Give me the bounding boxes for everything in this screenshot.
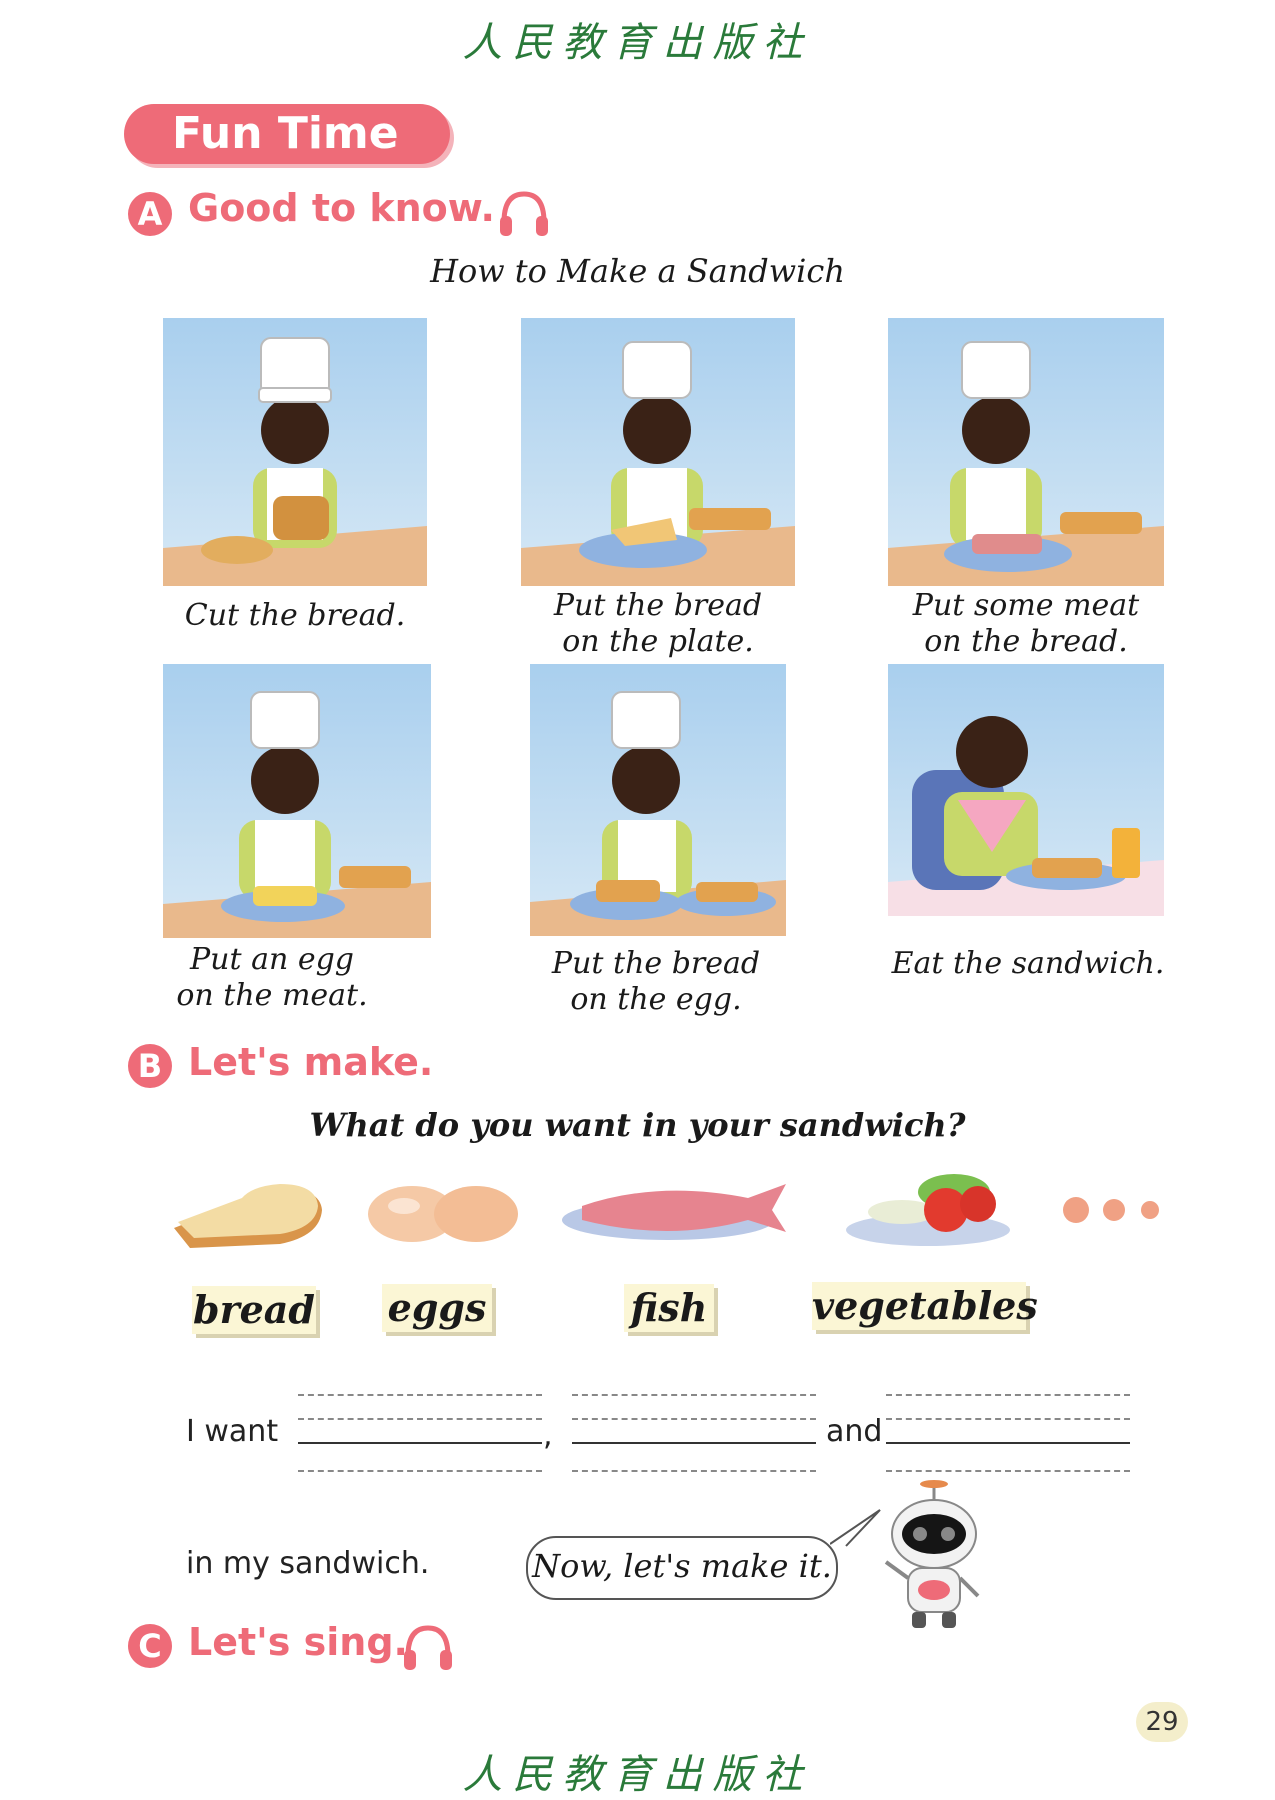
more-items-icon [1062,1196,1166,1224]
step-4-caption: Put an egg on the meat. [130,942,414,1014]
section-c-badge: C [128,1624,172,1668]
section-b-question: What do you want in your sandwich? [309,1106,966,1144]
step-2-caption: Put the bread on the plate. [505,588,811,660]
step-4-illustration [163,664,431,938]
step-6-caption: Eat the sandwich. [876,946,1180,982]
publisher-logo: 人民教育出版社 [462,20,813,66]
speech-bubble-tail [829,1508,882,1548]
caption-line: Put the bread [551,946,761,981]
word-card-eggs: eggs [382,1284,492,1332]
caption-line: Eat the sandwich. [891,946,1165,981]
writing-line-1[interactable] [298,1394,542,1474]
caption-line: Put an egg [189,942,354,977]
word-card-bread: bread [192,1286,316,1334]
step-1-caption: Cut the bread. [140,598,450,634]
step-5-illustration [530,664,786,936]
vegetables-icon [842,1164,1014,1250]
headphones-icon[interactable] [400,1622,456,1674]
caption-line: on the meat. [176,978,368,1013]
eggs-icon [364,1176,528,1246]
and-word: and [826,1414,883,1449]
page-title: Fun Time [124,104,450,164]
word-card-fish: fish [624,1284,714,1332]
comma: , [543,1418,553,1453]
caption-line: on the plate. [562,624,754,659]
word-card-vegetables: vegetables [812,1282,1038,1330]
step-6-illustration [888,664,1164,916]
publisher-logo-footer: 人民教育出版社 [462,1752,813,1798]
section-a-title: Good to know. [188,186,495,230]
page-title-text: Fun Time [172,108,399,159]
step-5-caption: Put the bread on the egg. [506,946,806,1018]
writing-line-2[interactable] [572,1394,816,1474]
caption-line: on the bread. [924,624,1128,659]
section-b-title: Let's make. [188,1040,434,1084]
section-a-subtitle: How to Make a Sandwich [430,252,845,290]
fish-icon [558,1176,790,1246]
caption-line: Put some meat [912,588,1140,623]
writing-line-3[interactable] [886,1394,1130,1474]
robot-mascot [878,1478,988,1634]
sentence-start: I want [186,1414,279,1449]
section-b-badge: B [128,1044,172,1088]
caption-line: Cut the bread. [184,598,406,633]
bread-icon [170,1176,326,1252]
headphones-icon[interactable] [496,188,552,240]
caption-line: Put the bread [553,588,763,623]
speech-bubble: Now, let's make it. [526,1536,838,1600]
step-3-caption: Put some meat on the bread. [868,588,1184,660]
caption-line: on the egg. [570,982,742,1017]
section-c-title: Let's sing. [188,1620,408,1664]
step-1-illustration [163,318,427,586]
page-number: 29 [1136,1702,1188,1742]
section-a-badge: A [128,192,172,236]
step-3-illustration [888,318,1164,586]
sentence-end: in my sandwich. [186,1546,430,1581]
step-2-illustration [521,318,795,586]
